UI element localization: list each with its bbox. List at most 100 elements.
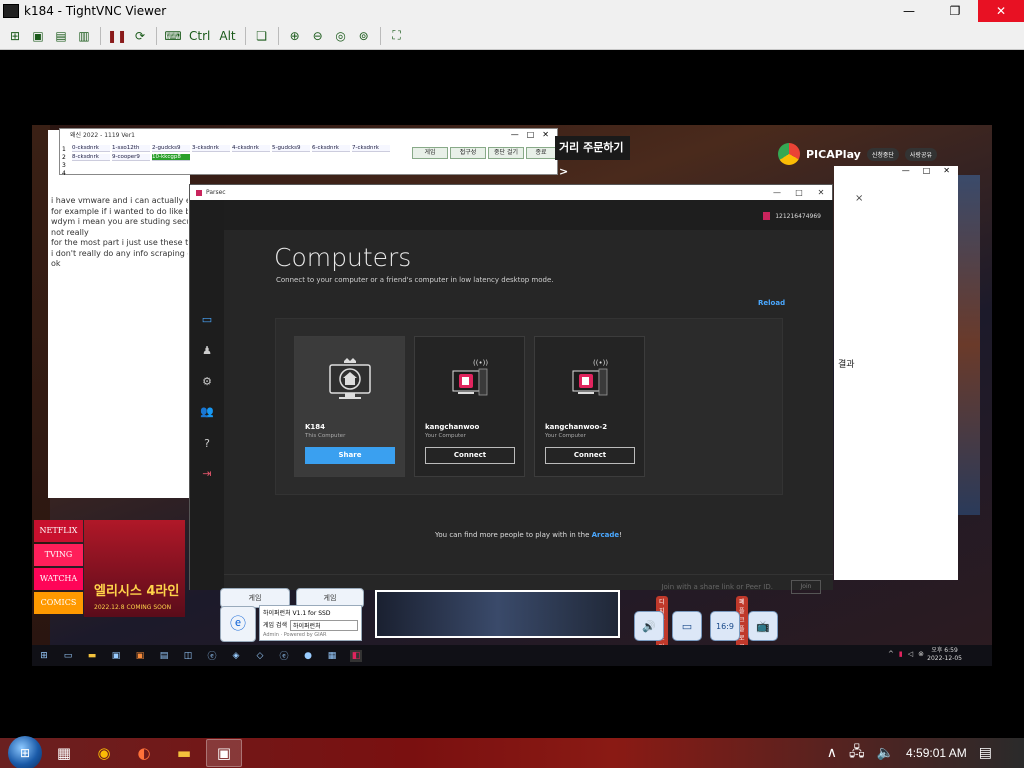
close-button[interactable]: ✕ [978, 0, 1024, 22]
friends-icon[interactable]: 👥 [200, 404, 214, 418]
pause-icon[interactable]: ❚❚ [107, 26, 127, 46]
picaplay-pill[interactable]: 사랑공유 [904, 147, 938, 161]
firefox-icon[interactable]: ◐ [126, 739, 162, 767]
computer-card[interactable]: K184 This Computer Share [294, 336, 405, 477]
new-connection-icon[interactable]: ⊞ [5, 26, 25, 46]
folder-icon[interactable]: ▬ [166, 739, 202, 767]
connect-button[interactable]: Connect [425, 447, 515, 464]
sheet-cell[interactable]: 5-gudcks9 [272, 145, 310, 152]
reload-link[interactable]: Reload [758, 299, 785, 307]
tving-shortcut[interactable]: TVING [34, 544, 83, 566]
app-icon[interactable]: ▣ [134, 650, 146, 662]
browser-window-controls[interactable]: — □ ✕ [834, 166, 958, 178]
file-explorer-icon[interactable]: ▬ [86, 650, 98, 662]
options-icon[interactable]: ▤ [51, 26, 71, 46]
arcade-link[interactable]: Arcade [592, 531, 620, 539]
zoom-auto-icon[interactable]: ⊚ [354, 26, 374, 46]
parsec-window[interactable]: Parsec — □ ✕ ▭ ♟ ⚙ 👥 ? ⇥ 121216474969 Co… [189, 184, 833, 594]
app-icon[interactable]: ● [302, 650, 314, 662]
chevron-up-icon[interactable]: ^ [888, 650, 894, 658]
browser-panel[interactable] [834, 178, 958, 580]
aspect-ratio-icon[interactable]: 16:9 [710, 611, 740, 641]
tv-icon[interactable]: 📺 [748, 611, 778, 641]
maximize-button[interactable]: ❐ [932, 0, 978, 22]
close-icon[interactable]: ✕ [943, 166, 950, 178]
game-advertisement[interactable]: 엘리시스 4라인 2022.12.8 COMING SOON [84, 520, 185, 617]
app-icon[interactable]: ◇ [254, 650, 266, 662]
sheet-button[interactable]: 종료 [526, 147, 556, 159]
maximize-icon[interactable]: □ [923, 166, 931, 178]
sheet-cell[interactable]: 0-cksdnrk [72, 145, 110, 152]
fullscreen-icon[interactable]: ⛶ [387, 26, 407, 46]
task-manager-icon[interactable]: ▦ [46, 739, 82, 767]
comics-shortcut[interactable]: COMICS [34, 592, 83, 614]
zoom-out-icon[interactable]: ⊖ [308, 26, 328, 46]
spreadsheet-window-controls[interactable]: — □ ✕ [511, 129, 549, 140]
minimize-icon[interactable]: — [902, 166, 910, 178]
spreadsheet-window[interactable]: 왜신 2022 - 1119 Ver1 — □ ✕ 1 2 3 4 0-cksd… [59, 128, 558, 177]
chrome-icon[interactable]: ◉ [86, 739, 122, 767]
sheet-cell[interactable]: 7-cksdnrk [352, 145, 390, 152]
network-icon[interactable]: 🖧 [849, 741, 865, 765]
parsec-minimize-button[interactable]: — [766, 188, 788, 197]
alt-key-button[interactable]: Alt [216, 29, 238, 43]
sheet-cell[interactable]: 1-sxo12th [112, 145, 150, 152]
start-icon[interactable]: ⊞ [38, 650, 50, 662]
search-input[interactable]: 하이퍼런처 [290, 620, 358, 631]
parsec-taskbar-icon[interactable]: ◧ [350, 649, 362, 662]
volume-icon[interactable]: 🔈 [877, 745, 894, 761]
share-button[interactable]: Share [305, 447, 395, 464]
sheet-cell[interactable]: 6-cksdnrk [312, 145, 350, 152]
parsec-tray-icon[interactable]: ▮ [899, 650, 903, 658]
netflix-shortcut[interactable]: NETFLIX [34, 520, 83, 542]
monitor-icon[interactable]: ▭ [672, 611, 702, 641]
sheet-button[interactable]: 게임 [412, 147, 448, 159]
picaplay-pill[interactable]: 신청중단 [866, 147, 899, 161]
sheet-cell[interactable]: 10-kkcgp8 [152, 154, 190, 161]
edge-icon[interactable]: ⓔ [206, 650, 218, 662]
computers-icon[interactable]: ▭ [200, 312, 214, 326]
sheet-cell[interactable]: 9-cooper9 [112, 154, 150, 161]
network-icon[interactable]: ⊗ [918, 650, 924, 658]
computer-card[interactable]: ((•)) kangchanwoo Your Computer Connect [414, 336, 525, 477]
clipboard-icon[interactable]: ❏ [252, 26, 272, 46]
panel-close-button[interactable]: × [855, 193, 863, 204]
order-banner[interactable]: 거리 주문하기 > [555, 136, 630, 178]
ctrl-alt-del-icon[interactable]: ⌨ [163, 26, 183, 46]
save-icon[interactable]: ▣ [28, 26, 48, 46]
zoom-in-icon[interactable]: ⊕ [285, 26, 305, 46]
connect-button[interactable]: Connect [545, 447, 635, 464]
info-icon[interactable]: ▥ [74, 26, 94, 46]
join-button[interactable]: Join [791, 580, 821, 594]
windows-start-icon[interactable]: ⊞ [8, 736, 42, 768]
chevron-up-icon[interactable]: ∧ [827, 745, 837, 761]
volume-icon[interactable]: ◁ [908, 650, 913, 658]
sheet-button[interactable]: 접구성 [450, 147, 486, 159]
logout-icon[interactable]: ⇥ [200, 466, 214, 480]
app-icon[interactable]: ▣ [110, 650, 122, 662]
sheet-cell[interactable]: 2-gudcks9 [152, 145, 190, 152]
settings-icon[interactable]: ⚙ [200, 374, 214, 388]
help-icon[interactable]: ? [200, 436, 214, 450]
peer-id-input[interactable]: Join with a share link or Peer ID. [661, 583, 773, 591]
parsec-maximize-button[interactable]: □ [788, 188, 810, 197]
sheet-cell[interactable]: 3-cksdnrk [192, 145, 230, 152]
zoom-100-icon[interactable]: ◎ [331, 26, 351, 46]
hyperlauncher-widget[interactable]: 하이퍼런처 V1.1 for SSD 게임 검색 하이퍼런처 Admin · P… [259, 605, 362, 641]
minimize-button[interactable]: — [886, 0, 932, 22]
app-icon[interactable]: ◈ [230, 650, 242, 662]
refresh-icon[interactable]: ⟳ [130, 26, 150, 46]
app-icon[interactable]: ▦ [326, 650, 338, 662]
computer-card[interactable]: ((•)) kangchanwoo-2 Your Computer Connec… [534, 336, 645, 477]
sheet-button[interactable]: 중단 걸기 [488, 147, 524, 159]
chat-text-window[interactable]: i have vmware and i can actually emu for… [48, 130, 190, 498]
app-icon[interactable]: ◫ [182, 650, 194, 662]
sheet-cell[interactable]: 8-cksdnrk [72, 154, 110, 161]
tightvnc-taskbar-icon[interactable]: ▣ [206, 739, 242, 767]
user-id[interactable]: 121216474969 [763, 212, 821, 220]
game-screenshot[interactable] [375, 590, 620, 638]
watcha-shortcut[interactable]: WATCHA [34, 568, 83, 590]
sheet-cell[interactable]: 4-cksdnrk [232, 145, 270, 152]
volume-icon[interactable]: 🔊 [634, 611, 664, 641]
parsec-close-button[interactable]: ✕ [810, 188, 832, 197]
